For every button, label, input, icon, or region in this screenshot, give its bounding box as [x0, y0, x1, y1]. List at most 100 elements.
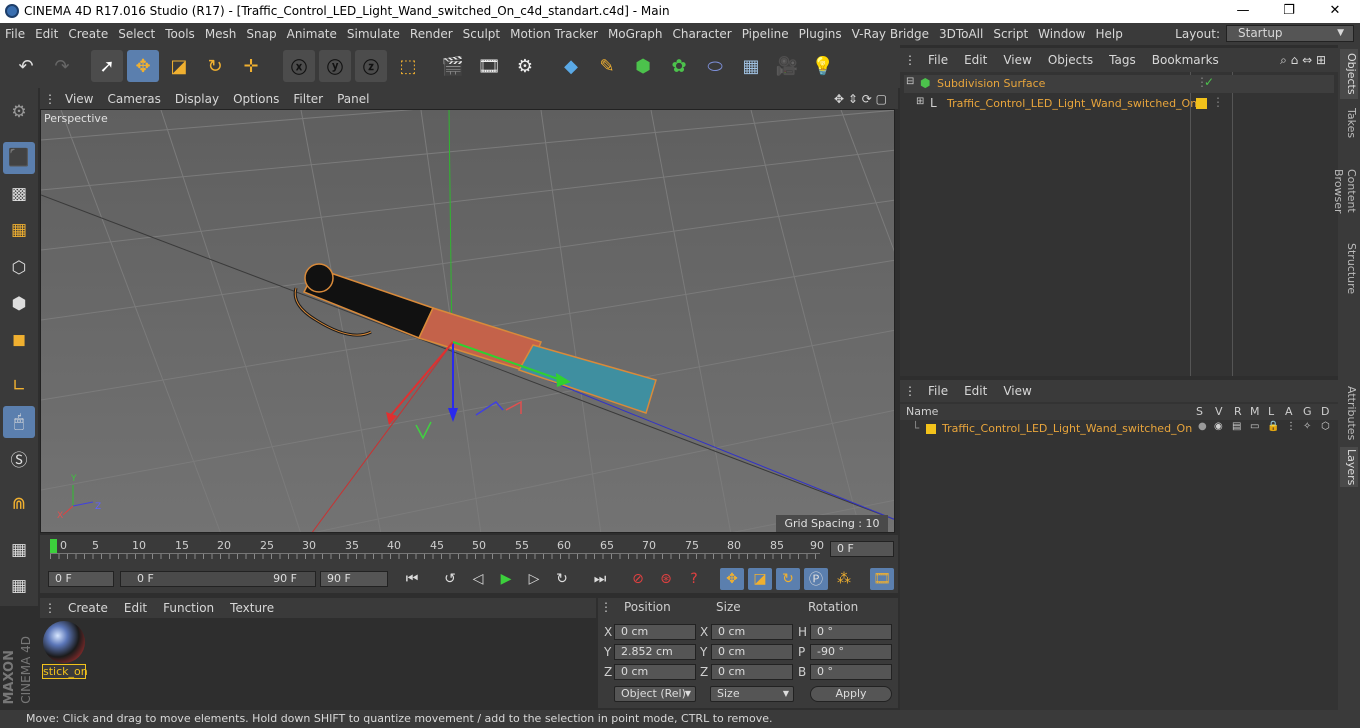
live-selection-icon[interactable]: ➚ [91, 50, 123, 82]
layer-menu-view[interactable]: View [995, 384, 1039, 398]
previous-key-icon[interactable]: ↺ [438, 568, 462, 590]
menu-help[interactable]: Help [1090, 27, 1127, 41]
next-frame-icon[interactable]: ▷ [522, 568, 546, 590]
tab-structure[interactable]: Structure [1340, 243, 1358, 295]
object-menu-tags[interactable]: Tags [1101, 53, 1144, 67]
key-position-icon[interactable]: ✥ [720, 568, 744, 590]
menu-motion-tracker[interactable]: Motion Tracker [505, 27, 603, 41]
viewport-menu-filter[interactable]: Filter [286, 92, 330, 106]
menu-pipeline[interactable]: Pipeline [737, 27, 794, 41]
object-menu-edit[interactable]: Edit [956, 53, 995, 67]
generator-icon[interactable]: ✧ [1303, 421, 1311, 432]
y-axis-lock-icon[interactable]: ⓨ [319, 50, 351, 82]
layer-menu-file[interactable]: File [920, 384, 956, 398]
object-menu-view[interactable]: View [995, 53, 1039, 67]
collapse-icon[interactable]: ⊟ [906, 76, 914, 87]
pos-z-field[interactable]: 0 cm [614, 664, 696, 680]
floor-icon[interactable]: ▦ [735, 50, 767, 82]
coordinate-system-icon[interactable]: ⬚ [392, 50, 424, 82]
size-y-field[interactable]: 0 cm [711, 644, 793, 660]
menu-character[interactable]: Character [667, 27, 736, 41]
key-rotation-icon[interactable]: ↻ [776, 568, 800, 590]
viewport-menu-view[interactable]: View [58, 92, 100, 106]
timeline-ruler[interactable]: 0 5 10 15 20 25 30 35 40 45 50 55 60 65 … [40, 535, 898, 565]
menu-file[interactable]: File [0, 27, 30, 41]
close-button[interactable]: ✕ [1312, 2, 1358, 22]
layer-row[interactable]: └ Traffic_Control_LED_Light_Wand_switche… [900, 421, 1338, 438]
viewport-menu-panel[interactable]: Panel [330, 92, 376, 106]
menu-sculpt[interactable]: Sculpt [458, 27, 505, 41]
viewport-menu-cameras[interactable]: Cameras [100, 92, 167, 106]
move-tool-icon[interactable]: ✥ [127, 50, 159, 82]
animation-icon[interactable]: ⋮ [1286, 421, 1296, 432]
polygons-mode-icon[interactable]: ◼ [3, 324, 35, 356]
menu-script[interactable]: Script [988, 27, 1033, 41]
workplane-align-icon[interactable]: ▦ [3, 570, 35, 602]
pos-x-field[interactable]: 0 cm [614, 624, 696, 640]
minimize-button[interactable]: — [1220, 2, 1266, 22]
spline-pen-icon[interactable]: ✎ [591, 50, 623, 82]
viewport-nav-icons[interactable]: ✥ ⇕ ⟳ ▢ [827, 92, 894, 106]
menu-animate[interactable]: Animate [282, 27, 342, 41]
render-settings-icon[interactable]: ⚙ [509, 50, 541, 82]
autokey-icon[interactable]: ⊛ [654, 568, 678, 590]
material-menu-texture[interactable]: Texture [222, 601, 282, 615]
record-keys-icon[interactable]: ⊘ [626, 568, 650, 590]
undo-icon[interactable]: ↶ [10, 50, 42, 82]
search-icon[interactable]: ⌕ ⌂ ⇔ ⊞ [1272, 53, 1334, 68]
previous-frame-icon[interactable]: ◁ [466, 568, 490, 590]
perspective-viewport[interactable]: Y Z X [40, 109, 895, 533]
size-x-field[interactable]: 0 cm [711, 624, 793, 640]
render-clapper-icon[interactable]: ▤ [1232, 421, 1241, 432]
manager-icon[interactable]: ▭ [1250, 421, 1259, 432]
menu-select[interactable]: Select [113, 27, 160, 41]
cloner-icon[interactable]: ✿ [663, 50, 695, 82]
timeline-window-icon[interactable]: 🎞 [870, 568, 894, 590]
cube-primitive-icon[interactable]: ◆ [555, 50, 587, 82]
tab-takes[interactable]: Takes [1340, 105, 1358, 141]
make-editable-icon[interactable]: ⚙ [3, 96, 35, 128]
menu-create[interactable]: Create [63, 27, 113, 41]
menu-edit[interactable]: Edit [30, 27, 63, 41]
menu-render[interactable]: Render [405, 27, 458, 41]
camera-icon[interactable]: 🎥 [771, 50, 803, 82]
enable-axis-icon[interactable]: ∟ [3, 370, 35, 402]
render-view-icon[interactable]: 🎬 [437, 50, 469, 82]
end-frame-field[interactable]: 90 F [320, 571, 388, 587]
tab-objects[interactable]: Objects [1340, 49, 1358, 99]
object-row-subdivision[interactable]: ⊟ ⬢ Subdivision Surface ⋮ ✓ [904, 75, 1334, 93]
menu-snap[interactable]: Snap [241, 27, 281, 41]
apply-button[interactable]: Apply [810, 686, 892, 702]
next-key-icon[interactable]: ↻ [550, 568, 574, 590]
rotate-tool-icon[interactable]: ↻ [199, 50, 231, 82]
redo-icon[interactable]: ↷ [46, 50, 78, 82]
material-menu-create[interactable]: Create [60, 601, 116, 615]
layer-menu-edit[interactable]: Edit [956, 384, 995, 398]
go-to-start-icon[interactable]: ⏮ [400, 568, 424, 590]
scale-tool-icon[interactable]: ◪ [163, 50, 195, 82]
workplane-mode-icon[interactable]: ▦ [3, 214, 35, 246]
key-scale-icon[interactable]: ◪ [748, 568, 772, 590]
rot-h-field[interactable]: 0 ° [810, 624, 892, 640]
keyframe-selection-icon[interactable]: ? [682, 568, 706, 590]
key-pla-icon[interactable]: ⁂ [832, 568, 856, 590]
rot-p-field[interactable]: -90 ° [810, 644, 892, 660]
object-menu-bookmarks[interactable]: Bookmarks [1144, 53, 1227, 67]
material-menu-function[interactable]: Function [155, 601, 222, 615]
deformer-icon[interactable]: ⬡ [1321, 421, 1330, 432]
expand-icon[interactable]: ⊞ [916, 96, 924, 107]
tab-content-browser[interactable]: Content Browser [1332, 147, 1358, 235]
tab-attributes[interactable]: Attributes [1340, 385, 1358, 441]
recent-tool-icon[interactable]: ✛ [235, 50, 267, 82]
light-icon[interactable]: 💡 [807, 50, 839, 82]
lock-icon[interactable]: 🔒 [1267, 421, 1279, 432]
tab-layers[interactable]: Layers [1340, 447, 1358, 487]
start-frame-field[interactable]: 0 F [48, 571, 114, 587]
object-menu-objects[interactable]: Objects [1040, 53, 1101, 67]
menu-3dtoall[interactable]: 3DToAll [934, 27, 988, 41]
enabled-check-icon[interactable]: ✓ [1204, 75, 1214, 89]
solo-dot-icon[interactable]: ● [1198, 421, 1207, 432]
edges-mode-icon[interactable]: ⬢ [3, 288, 35, 320]
viewport-menu-options[interactable]: Options [226, 92, 286, 106]
coordinate-mode-dropdown[interactable]: Object (Rel) ▼ [614, 686, 696, 702]
